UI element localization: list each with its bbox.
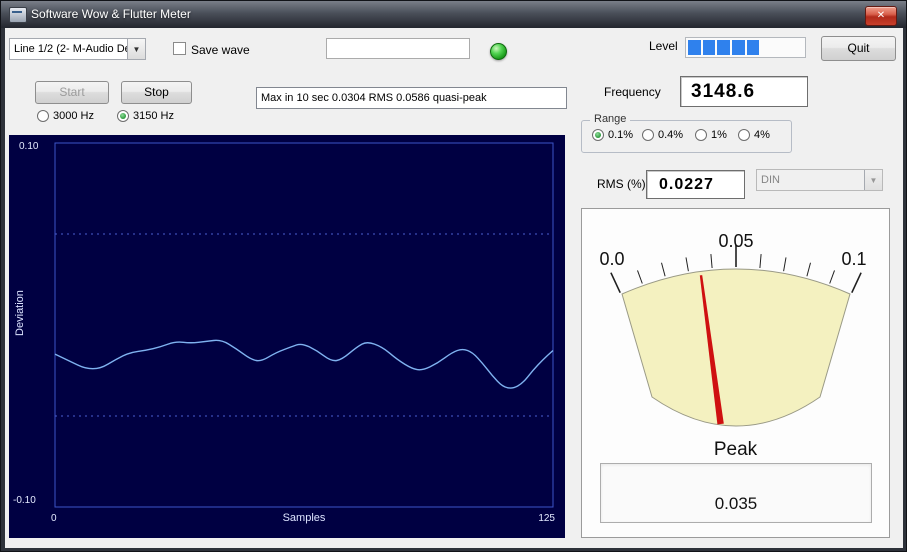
plot-border (54, 142, 554, 508)
scale-label-min: 0.0 (599, 249, 624, 269)
waveform-trace (54, 339, 554, 389)
rms-display: 0.0227 (646, 170, 745, 199)
stop-button[interactable]: Stop (121, 81, 192, 104)
close-icon: ✕ (876, 10, 886, 21)
rms-label: RMS (%) (597, 177, 646, 191)
range-groupbox: Range 0.1% 0.4% 1% 4% (581, 113, 792, 153)
range-option-0-1[interactable]: 0.1% (592, 129, 633, 141)
title-bar: Software Wow & Flutter Meter ✕ (1, 1, 906, 28)
chevron-down-icon: ▼ (127, 39, 145, 59)
chevron-down-icon: ▼ (864, 170, 882, 190)
chart-canvas (54, 142, 554, 508)
range-option-0-4[interactable]: 0.4% (642, 129, 683, 141)
radio-icon (695, 129, 707, 141)
range-option-label: 1% (711, 129, 727, 141)
peak-value-box: 0.035 (600, 463, 872, 523)
wave-filename-input[interactable] (326, 38, 470, 59)
y-axis-title: Deviation (14, 290, 26, 336)
x-tick-max: 125 (538, 513, 555, 524)
radio-icon (642, 129, 654, 141)
deviation-chart: 0.10 -0.10 Deviation 0 Samples 125 (9, 135, 565, 538)
radio-3000hz-label: 3000 Hz (53, 110, 94, 122)
frequency-label: Frequency (604, 85, 661, 99)
audio-device-value: Line 1/2 (2- M-Audio De (14, 43, 127, 55)
scale-label-mid: 0.05 (718, 231, 753, 251)
quit-button[interactable]: Quit (821, 36, 896, 61)
radio-3150hz-label: 3150 Hz (133, 110, 174, 122)
range-label: Range (590, 113, 631, 125)
gridlines (55, 233, 553, 417)
range-option-1[interactable]: 1% (695, 129, 727, 141)
radio-icon (117, 110, 129, 122)
app-window: Software Wow & Flutter Meter ✕ Line 1/2 … (0, 0, 907, 552)
radio-icon (37, 110, 49, 122)
radio-icon (592, 129, 604, 141)
meter-face (621, 268, 851, 427)
radio-3000hz[interactable]: 3000 Hz (37, 110, 94, 122)
weighting-value: DIN (761, 174, 780, 186)
x-axis-title: Samples (282, 512, 326, 524)
peak-value: 0.035 (714, 494, 758, 513)
range-option-label: 4% (754, 129, 770, 141)
range-option-label: 0.4% (658, 129, 684, 141)
y-tick-top: 0.10 (19, 141, 39, 152)
start-button[interactable]: Start (35, 81, 109, 104)
scale-label-max: 0.1 (841, 249, 866, 269)
save-wave-label: Save wave (191, 43, 250, 57)
status-display: Max in 10 sec 0.0304 RMS 0.0586 quasi-pe… (256, 87, 567, 109)
analog-meter-panel: 0.0 0.05 0.1 Peak 0.035 (581, 208, 890, 538)
window-title: Software Wow & Flutter Meter (31, 7, 191, 21)
close-button[interactable]: ✕ (865, 6, 897, 26)
app-icon (9, 7, 27, 23)
y-tick-bottom: -0.10 (13, 495, 36, 506)
peak-label: Peak (713, 439, 758, 460)
frequency-display: 3148.6 (680, 76, 808, 107)
audio-device-select[interactable]: Line 1/2 (2- M-Audio De ▼ (9, 38, 146, 60)
level-label: Level (649, 39, 678, 53)
weighting-select[interactable]: DIN ▼ (756, 169, 883, 191)
radio-3150hz[interactable]: 3150 Hz (117, 110, 174, 122)
save-wave-checkbox[interactable] (173, 42, 186, 55)
meter-gauge: 0.0 0.05 0.1 (599, 231, 867, 427)
signal-led-icon (490, 43, 507, 60)
level-meter (685, 37, 806, 58)
range-option-4[interactable]: 4% (738, 129, 770, 141)
range-option-label: 0.1% (608, 129, 634, 141)
radio-icon (738, 129, 750, 141)
